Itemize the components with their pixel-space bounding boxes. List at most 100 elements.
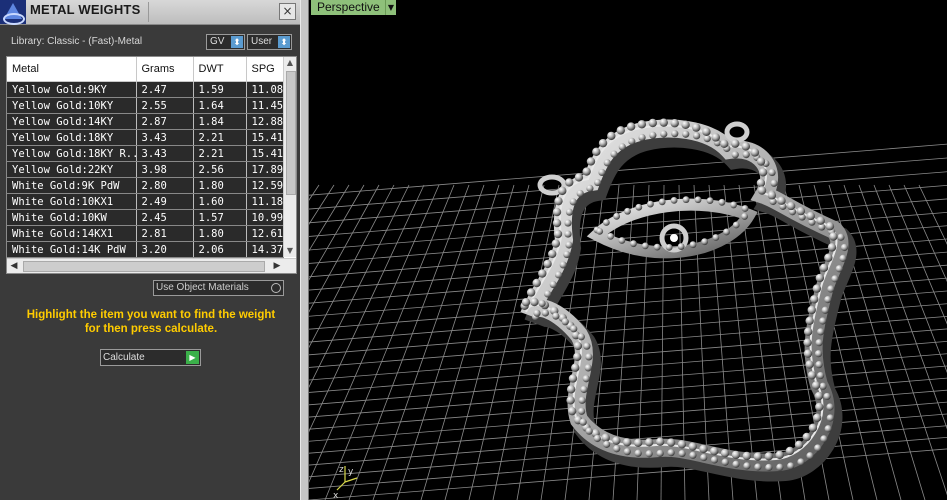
grams-cell: 2.45	[136, 209, 194, 226]
panel-titlebar: METAL WEIGHTS ×	[0, 0, 300, 25]
dwt-cell: 1.80	[193, 177, 247, 194]
scroll-down-icon[interactable]: ▼	[284, 245, 296, 257]
dwt-cell: 2.21	[193, 145, 247, 162]
dwt-cell: 2.56	[193, 161, 247, 178]
spg-cell: 12.88	[246, 113, 284, 130]
axis-triad-icon: z y x	[333, 465, 358, 500]
axis-y-label: y	[348, 467, 354, 477]
metal-cell: White Gold:10KX1	[7, 193, 137, 210]
table-row[interactable]: Yellow Gold:18KY 3.43 2.21 15.41	[7, 129, 284, 146]
metal-cell: Yellow Gold:14KY	[7, 113, 137, 130]
metal-cell: Yellow Gold:10KY	[7, 97, 137, 114]
panel-title: METAL WEIGHTS	[30, 2, 141, 17]
spg-cell: 15.41	[246, 145, 284, 162]
table-row[interactable]: White Gold:10KX1 2.49 1.60 11.18	[7, 193, 284, 210]
dropdown-arrow-icon: ⬍	[278, 36, 290, 48]
calculate-button[interactable]: Calculate ▶	[100, 349, 201, 366]
hamsa-pendant-model[interactable]	[520, 118, 857, 482]
gv-dropdown[interactable]: GV ⬍	[206, 34, 245, 50]
spg-cell: 14.37	[246, 241, 284, 258]
spg-cell: 17.89	[246, 161, 284, 178]
use-object-materials-label: Use Object Materials	[156, 282, 249, 293]
grams-cell: 2.81	[136, 225, 194, 242]
metal-cell: White Gold:9K PdW	[7, 177, 137, 194]
table-header-row: Metal Grams DWT SPG	[7, 57, 284, 82]
calculate-button-label: Calculate	[103, 352, 145, 363]
app-logo-icon	[0, 0, 26, 25]
spg-cell: 15.41	[246, 129, 284, 146]
table-vertical-scrollbar[interactable]: ▲ ▼	[283, 57, 296, 257]
scroll-left-icon[interactable]: ◀	[7, 259, 21, 273]
grams-cell: 3.98	[136, 161, 194, 178]
dwt-cell: 2.21	[193, 129, 247, 146]
metal-weights-panel: METAL WEIGHTS × Library: Classic - (Fast…	[0, 0, 300, 500]
spg-cell: 11.18	[246, 193, 284, 210]
dropdown-arrow-icon: ⬍	[231, 36, 243, 48]
metal-table: Metal Grams DWT SPG Yellow Gold:9KY 2.47 1…	[7, 57, 284, 258]
table-row[interactable]: Yellow Gold:9KY 2.47 1.59 11.08	[7, 81, 284, 98]
play-arrow-icon: ▶	[186, 351, 199, 364]
user-dropdown-label: User	[251, 36, 273, 47]
metal-cell: Yellow Gold:18KY R...	[7, 145, 137, 162]
table-row[interactable]: White Gold:9K PdW 2.80 1.80 12.59	[7, 177, 284, 194]
dwt-cell: 1.84	[193, 113, 247, 130]
column-header-metal[interactable]: Metal	[7, 57, 137, 82]
spg-cell: 12.59	[246, 177, 284, 194]
grams-cell: 2.49	[136, 193, 194, 210]
axis-x-label: x	[333, 491, 339, 500]
grams-cell: 2.87	[136, 113, 194, 130]
metal-cell: White Gold:14KX1	[7, 225, 137, 242]
grams-cell: 3.20	[136, 241, 194, 258]
dwt-cell: 2.06	[193, 241, 247, 258]
horizontal-scroll-thumb[interactable]	[23, 261, 265, 272]
dwt-cell: 1.60	[193, 193, 247, 210]
metal-cell: Yellow Gold:9KY	[7, 81, 137, 98]
grams-cell: 2.80	[136, 177, 194, 194]
scroll-right-icon[interactable]: ▶	[270, 259, 284, 273]
grams-cell: 3.43	[136, 145, 194, 162]
metal-table-container: Metal Grams DWT SPG Yellow Gold:9KY 2.47 1…	[6, 56, 297, 274]
table-row[interactable]: White Gold:14KX1 2.81 1.80 12.61	[7, 225, 284, 242]
viewport-scene: z y x	[309, 118, 947, 500]
3d-viewport[interactable]: z y x Perspective ▼	[309, 0, 947, 500]
dwt-cell: 1.59	[193, 81, 247, 98]
spg-cell: 10.99	[246, 209, 284, 226]
vertical-scroll-thumb[interactable]	[286, 71, 296, 195]
close-button[interactable]: ×	[279, 3, 296, 20]
table-horizontal-scrollbar[interactable]: ◀ ▶	[7, 258, 296, 273]
axis-z-label: z	[339, 465, 344, 475]
titlebar-separator	[148, 2, 149, 22]
spg-cell: 11.45	[246, 97, 284, 114]
scroll-up-icon[interactable]: ▲	[284, 57, 296, 69]
viewport-menu-arrow-icon[interactable]: ▼	[385, 0, 396, 15]
metal-cell: Yellow Gold:22KY	[7, 161, 137, 178]
spg-cell: 12.61	[246, 225, 284, 242]
user-dropdown[interactable]: User ⬍	[247, 34, 292, 50]
instruction-text: Highlight the item you want to find the …	[8, 308, 294, 336]
column-header-spg[interactable]: SPG	[246, 57, 284, 82]
dwt-cell: 1.80	[193, 225, 247, 242]
gv-dropdown-label: GV	[210, 36, 225, 47]
grams-cell: 2.55	[136, 97, 194, 114]
spg-cell: 11.08	[246, 81, 284, 98]
viewport-name-label[interactable]: Perspective	[311, 0, 386, 15]
table-row[interactable]: Yellow Gold:14KY 2.87 1.84 12.88	[7, 113, 284, 130]
table-row[interactable]: Yellow Gold:10KY 2.55 1.64 11.45	[7, 97, 284, 114]
grams-cell: 3.43	[136, 129, 194, 146]
column-header-dwt[interactable]: DWT	[193, 57, 247, 82]
library-label: Library: Classic - (Fast)-Metal	[11, 36, 143, 47]
radio-circle-icon	[271, 283, 281, 293]
grams-cell: 2.47	[136, 81, 194, 98]
metal-cell: Yellow Gold:18KY	[7, 129, 137, 146]
column-header-grams[interactable]: Grams	[136, 57, 194, 82]
dwt-cell: 1.57	[193, 209, 247, 226]
table-row[interactable]: White Gold:10KW 2.45 1.57 10.99	[7, 209, 284, 226]
metal-cell: White Gold:10KW	[7, 209, 137, 226]
dwt-cell: 1.64	[193, 97, 247, 114]
table-row[interactable]: Yellow Gold:18KY R... 3.43 2.21 15.41	[7, 145, 284, 162]
table-row[interactable]: Yellow Gold:22KY 3.98 2.56 17.89	[7, 161, 284, 178]
panel-splitter[interactable]	[300, 0, 309, 500]
table-row[interactable]: White Gold:14K PdW 3.20 2.06 14.37	[7, 241, 284, 258]
use-object-materials-toggle[interactable]: Use Object Materials	[153, 280, 284, 296]
metal-cell: White Gold:14K PdW	[7, 241, 137, 258]
